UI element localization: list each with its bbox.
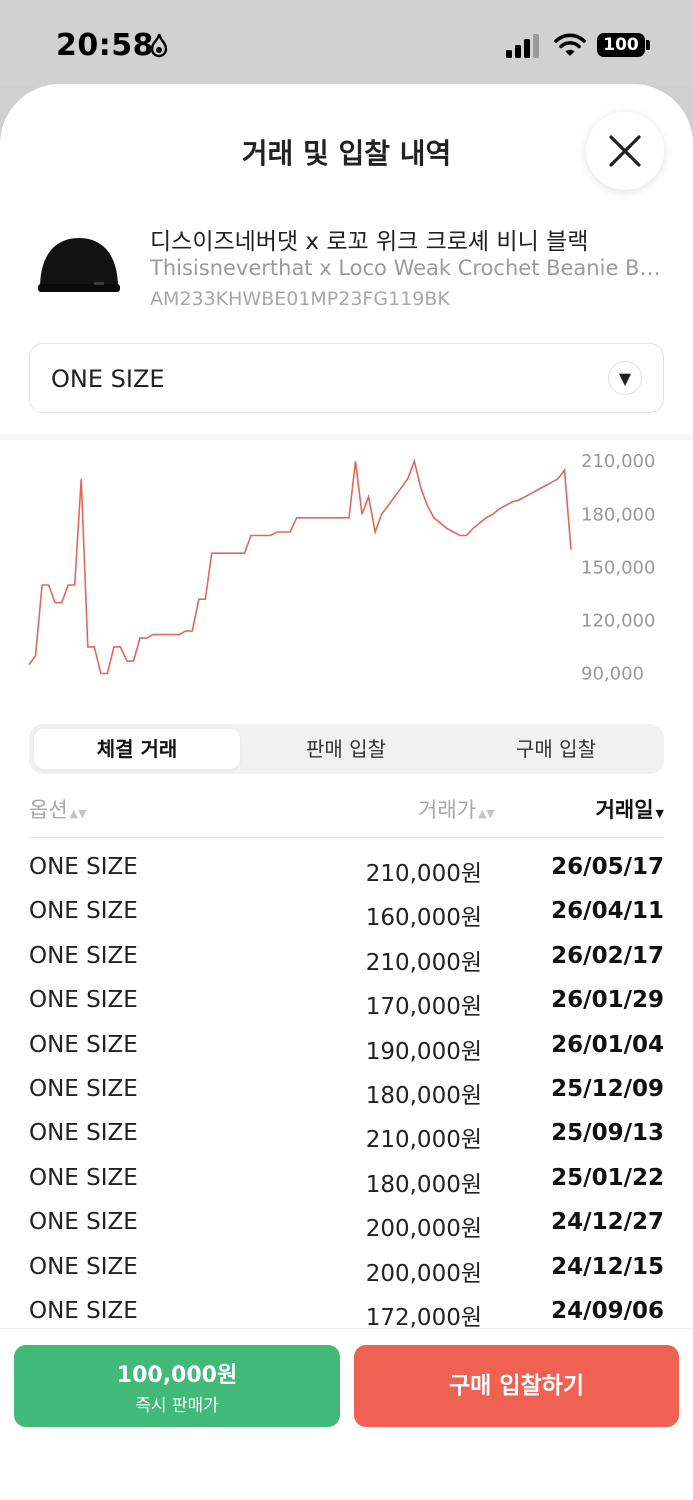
close-button[interactable] <box>586 112 664 190</box>
cell-option: ONE SIZE <box>29 854 138 880</box>
cell-date: 26/05/17 <box>551 854 664 880</box>
table-header: 옵션 ▲▼ 거래가 ▲▼ 거래일 ▼ <box>29 782 664 838</box>
cell-date: 24/09/06 <box>551 1297 664 1324</box>
cell-date: 26/01/04 <box>551 1031 664 1058</box>
flame-icon <box>150 33 168 58</box>
y-axis-tick-label: 120,000 <box>581 610 655 631</box>
size-dropdown[interactable]: ONE SIZE ▼ <box>29 343 664 413</box>
cell-option: ONE SIZE <box>29 1164 138 1191</box>
column-header-price-label: 거래가 <box>418 798 476 822</box>
product-name-korean: 디스이즈네버댓 x 로꼬 위크 크로셰 비니 블랙 <box>150 229 589 255</box>
price-history-chart[interactable]: 210,000 180,000 150,000 120,000 90,000 <box>0 440 693 700</box>
product-image <box>38 238 120 292</box>
cell-price: 210,000원 <box>365 1127 482 1154</box>
instant-sell-price: 100,000원 <box>116 1363 238 1388</box>
column-header-option[interactable]: 옵션 ▲▼ <box>29 794 87 824</box>
cell-date: 25/12/09 <box>551 1075 664 1102</box>
cellular-signal-icon <box>506 34 539 58</box>
battery-indicator: 100 <box>597 33 645 57</box>
trade-tabs: 체결 거래 판매 입찰 구매 입찰 <box>29 724 664 774</box>
cell-price: 210,000원 <box>365 949 482 976</box>
tab-sell-bids[interactable]: 판매 입찰 <box>243 729 449 769</box>
y-axis-tick-label: 180,000 <box>581 504 655 525</box>
close-icon <box>609 135 641 167</box>
y-axis-tick-label: 150,000 <box>581 557 655 578</box>
chevron-down-icon: ▼ <box>608 361 642 395</box>
cell-date: 25/09/13 <box>551 1120 664 1147</box>
instant-sell-label: 즉시 판매가 <box>135 1396 219 1416</box>
instant-sell-button[interactable]: 100,000원 즉시 판매가 <box>14 1345 340 1427</box>
cell-date: 25/01/22 <box>551 1164 664 1191</box>
tab-completed-trades[interactable]: 체결 거래 <box>34 729 240 769</box>
cell-date: 24/12/27 <box>551 1209 664 1236</box>
table-row: ONE SIZE 170,000원 26/01/29 <box>29 987 664 1031</box>
table-row: ONE SIZE 180,000원 25/01/22 <box>29 1165 664 1209</box>
cell-price: 180,000원 <box>365 1082 482 1109</box>
cell-option: ONE SIZE <box>29 987 138 1014</box>
cell-price: 190,000원 <box>365 1038 482 1065</box>
table-row: ONE SIZE 200,000원 24/12/27 <box>29 1209 664 1253</box>
sort-icon: ▲▼ <box>69 807 87 820</box>
table-row: ONE SIZE 200,000원 24/12/15 <box>29 1254 664 1298</box>
y-axis-tick-label: 90,000 <box>581 664 644 685</box>
size-dropdown-value: ONE SIZE <box>51 365 165 393</box>
cell-price: 160,000원 <box>365 905 482 932</box>
cell-option: ONE SIZE <box>29 1031 138 1058</box>
cell-price: 200,000원 <box>365 1260 482 1287</box>
battery-tip <box>646 40 650 50</box>
wifi-icon <box>554 33 586 56</box>
buy-bid-button[interactable]: 구매 입찰하기 <box>354 1345 679 1427</box>
cell-option: ONE SIZE <box>29 942 138 969</box>
table-row: ONE SIZE 210,000원 25/09/13 <box>29 1120 664 1164</box>
cell-price: 180,000원 <box>365 1171 482 1198</box>
product-model-code: AM233KHWBE01MP23FG119BK <box>150 288 450 310</box>
table-row: ONE SIZE 190,000원 26/01/04 <box>29 1032 664 1076</box>
column-header-price[interactable]: 거래가 ▲▼ <box>418 794 495 824</box>
cell-date: 24/12/15 <box>551 1253 664 1280</box>
y-axis-tick-label: 210,000 <box>581 451 655 472</box>
status-time: 20:58 <box>56 28 154 63</box>
status-bar: 20:58 100 <box>0 0 693 86</box>
cell-option: ONE SIZE <box>29 898 138 925</box>
cell-option: ONE SIZE <box>29 1075 138 1102</box>
trade-list: ONE SIZE 210,000원 26/05/17 ONE SIZE 160,000원… <box>29 854 664 1342</box>
cell-option: ONE SIZE <box>29 1120 138 1147</box>
battery-level: 100 <box>603 35 639 55</box>
cell-date: 26/02/17 <box>551 942 664 969</box>
column-header-option-label: 옵션 <box>29 798 68 822</box>
table-row: ONE SIZE 210,000원 26/05/17 <box>29 854 664 898</box>
sort-icon: ▲▼ <box>477 807 495 820</box>
price-line-series <box>28 458 572 675</box>
cell-date: 26/01/29 <box>551 987 664 1014</box>
cell-date: 26/04/11 <box>551 898 664 925</box>
table-row: ONE SIZE 160,000원 26/04/11 <box>29 898 664 942</box>
cell-price: 210,000원 <box>365 861 482 887</box>
table-row: ONE SIZE 210,000원 26/02/17 <box>29 943 664 987</box>
cell-price: 172,000원 <box>365 1304 482 1331</box>
bottom-action-bar: 100,000원 즉시 판매가 구매 입찰하기 <box>0 1328 693 1500</box>
tab-buy-bids[interactable]: 구매 입찰 <box>453 729 659 769</box>
product-name-english: Thisisneverthat x Loco Weak Crochet Bean… <box>150 256 662 280</box>
cell-price: 200,000원 <box>365 1216 482 1243</box>
column-header-date-label: 거래일 <box>595 798 654 822</box>
table-row: ONE SIZE 180,000원 25/12/09 <box>29 1076 664 1120</box>
cell-option: ONE SIZE <box>29 1297 138 1324</box>
cell-option: ONE SIZE <box>29 1253 138 1280</box>
cell-price: 170,000원 <box>365 994 482 1021</box>
trade-history-sheet: 거래 및 입찰 내역 디스이즈네버댓 x 로꼬 위크 크로셰 비니 블랙 Thi… <box>0 84 693 1500</box>
column-header-date[interactable]: 거래일 ▼ <box>596 794 664 824</box>
cell-option: ONE SIZE <box>29 1209 138 1236</box>
sort-desc-icon: ▼ <box>655 807 664 820</box>
